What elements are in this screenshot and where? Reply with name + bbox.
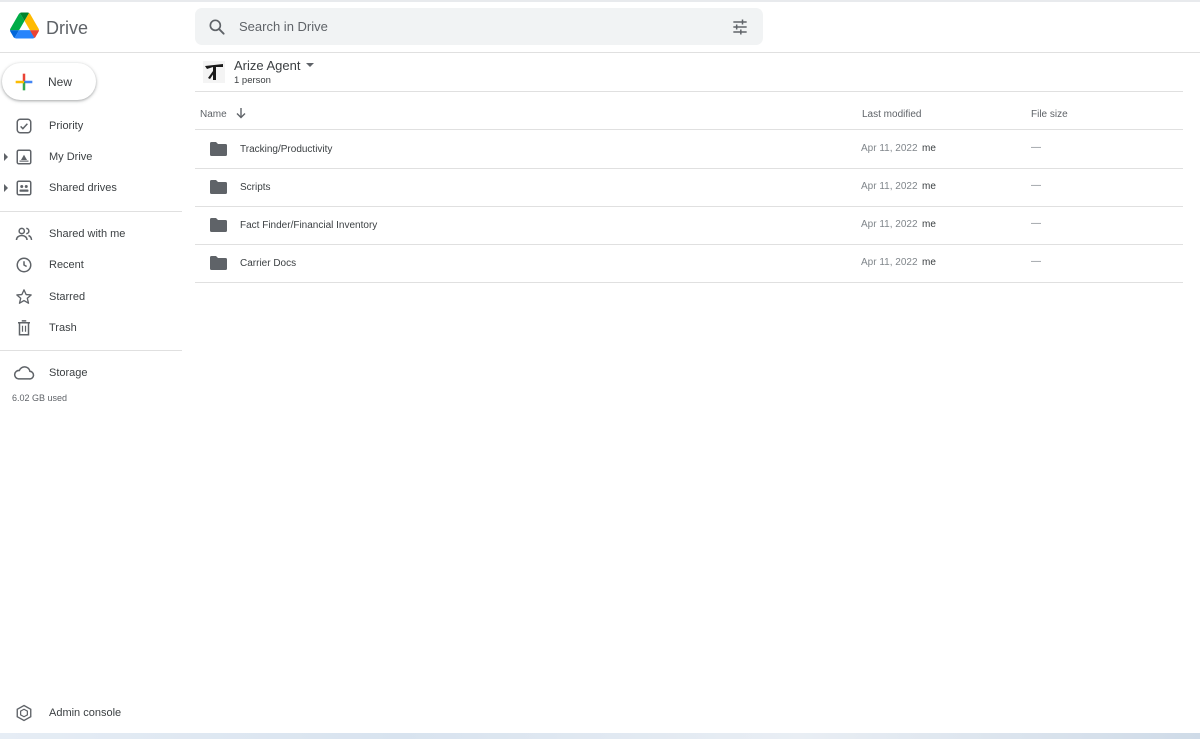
priority-check-icon <box>16 118 32 134</box>
shared-drives-icon <box>16 180 32 196</box>
account-dropdown-icon[interactable] <box>306 63 314 67</box>
sidebar-item-label: Shared drives <box>49 182 117 194</box>
sidebar-item-shared-with-me[interactable]: Shared with me <box>0 220 182 248</box>
folder-icon <box>210 180 227 194</box>
sidebar-item-label: Admin console <box>49 707 122 719</box>
column-header-file-size[interactable]: File size <box>1031 109 1068 120</box>
sidebar-item-label: Priority <box>49 120 84 132</box>
sidebar-item-label: Shared with me <box>49 228 126 240</box>
new-button-label: New <box>48 75 73 89</box>
sidebar-item-label: Starred <box>49 291 86 303</box>
table-row[interactable]: Tracking/Productivity Apr 11, 2022 me — <box>195 130 1183 169</box>
star-icon <box>16 289 32 304</box>
account-avatar[interactable] <box>203 61 225 83</box>
sidebar: New Priority My Drive Shared drives Shar… <box>0 53 190 733</box>
search-icon[interactable] <box>207 17 227 37</box>
folder-icon <box>210 142 227 156</box>
table-row[interactable]: Carrier Docs Apr 11, 2022 me — <box>195 244 1183 283</box>
window-bottom-strip <box>0 733 1200 739</box>
sidebar-item-starred[interactable]: Starred <box>0 283 182 311</box>
account-name[interactable]: Arize Agent <box>234 58 301 73</box>
modified-date: Apr 11, 2022 <box>861 143 918 154</box>
sidebar-item-label: Storage <box>49 367 88 379</box>
file-size: — <box>1031 218 1041 229</box>
modified-date: Apr 11, 2022 <box>861 181 918 192</box>
sidebar-divider <box>0 211 182 212</box>
clock-icon <box>16 257 32 273</box>
sidebar-item-storage[interactable]: Storage <box>0 359 182 387</box>
file-size: — <box>1031 180 1041 191</box>
file-name: Scripts <box>240 182 271 193</box>
admin-console-icon <box>16 704 32 722</box>
people-icon <box>15 227 33 241</box>
modified-by: me <box>922 181 936 192</box>
sidebar-item-label: Trash <box>49 322 77 334</box>
file-size: — <box>1031 142 1041 153</box>
expand-caret-icon[interactable] <box>4 153 8 161</box>
file-name: Fact Finder/Financial Inventory <box>240 220 378 231</box>
sidebar-item-my-drive[interactable]: My Drive <box>0 143 182 171</box>
cloud-icon <box>13 366 35 380</box>
folder-icon <box>210 218 227 232</box>
file-list-panel: Arize Agent 1 person Name Last modified … <box>195 53 1183 733</box>
file-name: Tracking/Productivity <box>240 144 333 155</box>
sidebar-item-label: My Drive <box>49 151 93 163</box>
drive-logo-icon[interactable] <box>10 12 39 39</box>
file-name: Carrier Docs <box>240 258 297 269</box>
modified-date: Apr 11, 2022 <box>861 257 918 268</box>
sidebar-divider <box>0 350 182 351</box>
modified-by: me <box>922 143 936 154</box>
plus-icon <box>15 73 33 91</box>
app-name: Drive <box>46 18 89 38</box>
sidebar-item-priority[interactable]: Priority <box>0 112 182 140</box>
sidebar-item-trash[interactable]: Trash <box>0 314 182 342</box>
sort-arrow-down-icon[interactable] <box>235 107 247 119</box>
search-options-icon[interactable] <box>730 17 750 37</box>
my-drive-icon <box>16 149 32 165</box>
column-header-name[interactable]: Name <box>200 109 227 120</box>
header-divider <box>195 91 1183 92</box>
table-row[interactable]: Scripts Apr 11, 2022 me — <box>195 168 1183 207</box>
storage-used-text: 6.02 GB used <box>12 393 68 403</box>
sidebar-item-admin-console[interactable]: Admin console <box>0 699 182 727</box>
modified-date: Apr 11, 2022 <box>861 219 918 230</box>
search-bar[interactable]: Search in Drive <box>195 8 763 45</box>
table-row[interactable]: Fact Finder/Financial Inventory Apr 11, … <box>195 206 1183 245</box>
sidebar-item-label: Recent <box>49 259 84 271</box>
folder-icon <box>210 256 227 270</box>
modified-by: me <box>922 219 936 230</box>
sidebar-item-shared-drives[interactable]: Shared drives <box>0 174 182 202</box>
account-members: 1 person <box>234 75 271 86</box>
column-header-last-modified[interactable]: Last modified <box>862 109 921 120</box>
modified-by: me <box>922 257 936 268</box>
header: Drive Search in Drive <box>0 2 1200 53</box>
file-size: — <box>1031 256 1041 267</box>
sidebar-item-recent[interactable]: Recent <box>0 251 182 279</box>
search-input[interactable]: Search in Drive <box>239 19 328 34</box>
expand-caret-icon[interactable] <box>4 184 8 192</box>
trash-icon <box>18 320 30 336</box>
new-button[interactable]: New <box>2 63 96 100</box>
